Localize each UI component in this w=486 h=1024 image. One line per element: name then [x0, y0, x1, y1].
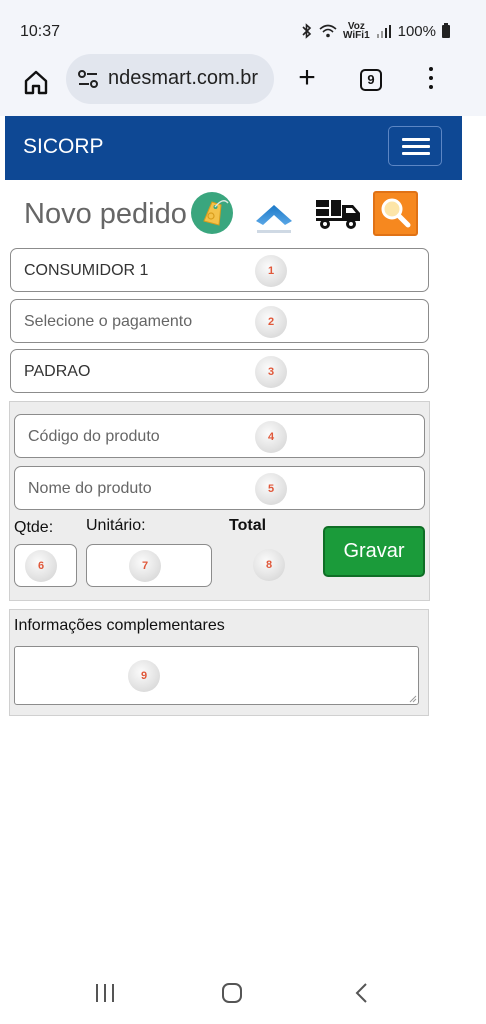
bluetooth-icon: [302, 23, 312, 39]
browser-toolbar: ndesmart.com.br + 9: [0, 54, 486, 116]
wifi-icon: [319, 24, 337, 38]
app-header: SICORP: [5, 116, 462, 180]
status-time: 10:37: [20, 23, 61, 40]
address-bar[interactable]: ndesmart.com.br: [66, 54, 274, 104]
resize-handle-icon[interactable]: [409, 695, 417, 703]
product-name-placeholder: Nome do produto: [28, 480, 152, 497]
battery-percent: 100%: [397, 22, 436, 40]
more-menu-icon[interactable]: [426, 67, 436, 93]
qty-label: Qtde:: [14, 519, 54, 536]
status-bar: 10:37 Voz WiFi1 100%: [0, 0, 486, 62]
step-badge-1: 1: [255, 255, 287, 287]
step-badge-7: 7: [129, 550, 161, 582]
site-settings-icon[interactable]: [76, 67, 100, 91]
payment-select[interactable]: Selecione o pagamento 2: [10, 299, 429, 343]
chevron-up-icon[interactable]: [254, 199, 294, 235]
step-badge-5: 5: [255, 473, 287, 505]
step-badge-6: 6: [25, 550, 57, 582]
home-button[interactable]: [222, 983, 242, 1003]
truck-icon[interactable]: [315, 195, 363, 231]
step-badge-3: 3: [255, 356, 287, 388]
notes-label: Informações complementares: [14, 617, 225, 634]
tag-icon[interactable]: [190, 191, 234, 235]
page-title: Novo pedido: [24, 198, 187, 230]
back-icon[interactable]: [352, 982, 372, 1004]
product-code-placeholder: Código do produto: [28, 428, 160, 445]
save-button[interactable]: Gravar: [323, 526, 425, 577]
app-title[interactable]: SICORP: [23, 135, 104, 159]
step-badge-4: 4: [255, 421, 287, 453]
customer-field[interactable]: CONSUMIDOR 1 1: [10, 248, 429, 292]
status-icons: Voz WiFi1 100%: [301, 21, 450, 41]
unit-price-label: Unitário:: [86, 517, 146, 534]
total-label: Total: [229, 517, 267, 534]
search-icon: [381, 198, 411, 228]
unit-price-input[interactable]: 7: [86, 544, 212, 587]
url-text[interactable]: ndesmart.com.br: [108, 67, 258, 90]
qty-input[interactable]: 6: [14, 544, 77, 587]
search-button[interactable]: [373, 191, 418, 236]
home-icon[interactable]: [22, 68, 50, 96]
voz-wifi-indicator: Voz WiFi1: [343, 21, 370, 41]
price-table-value: PADRAO: [24, 363, 91, 380]
recents-button[interactable]: [96, 984, 116, 1002]
step-badge-9: 9: [128, 660, 160, 692]
battery-icon: [442, 22, 450, 38]
signal-icon: [376, 24, 391, 38]
product-name-input[interactable]: Nome do produto 5: [14, 466, 425, 510]
notes-textarea[interactable]: 9: [14, 646, 419, 705]
step-badge-2: 2: [255, 306, 287, 338]
price-table-select[interactable]: PADRAO 3: [10, 349, 429, 393]
payment-placeholder: Selecione o pagamento: [24, 313, 193, 330]
new-tab-icon[interactable]: +: [292, 63, 322, 94]
customer-value: CONSUMIDOR 1: [24, 262, 149, 279]
tab-switcher-button[interactable]: 9: [360, 69, 382, 91]
product-code-input[interactable]: Código do produto 4: [14, 414, 425, 458]
hamburger-menu-button[interactable]: [388, 126, 442, 166]
step-badge-8: 8: [253, 549, 285, 581]
